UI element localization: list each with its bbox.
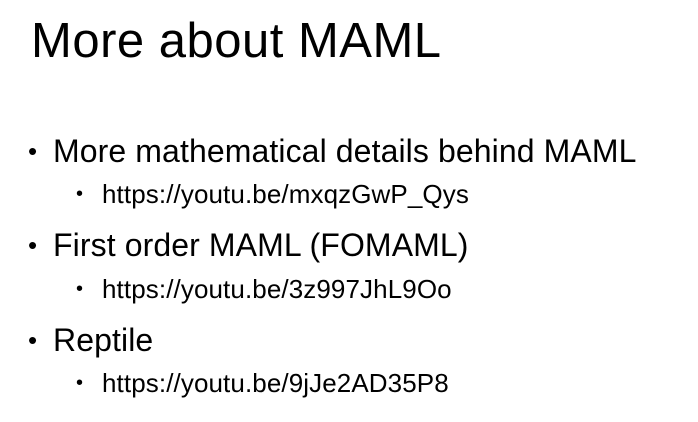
bullet-item: • More mathematical details behind MAML: [28, 131, 637, 171]
bullet-dot: •: [76, 372, 84, 394]
bullet-item: • Reptile: [28, 320, 153, 360]
sub-bullet-item: • https://youtu.be/9jJe2AD35P8: [76, 366, 449, 400]
video-link[interactable]: https://youtu.be/3z997JhL9Oo: [102, 274, 452, 304]
bullet-dot: •: [28, 136, 38, 166]
bullet-text: First order MAML (FOMAML): [53, 227, 469, 263]
sub-bullet-item: • https://youtu.be/mxqzGwP_Qys: [76, 177, 469, 211]
bullet-dot: •: [28, 230, 38, 260]
video-link[interactable]: https://youtu.be/mxqzGwP_Qys: [102, 179, 469, 209]
video-link[interactable]: https://youtu.be/9jJe2AD35P8: [102, 368, 449, 398]
bullet-text: More mathematical details behind MAML: [53, 133, 637, 169]
bullet-dot: •: [76, 278, 84, 300]
slide-title: More about MAML: [31, 14, 442, 68]
slide: More about MAML • More mathematical detai…: [0, 0, 698, 422]
bullet-dot: •: [76, 183, 84, 205]
bullet-dot: •: [28, 325, 38, 355]
sub-bullet-item: • https://youtu.be/3z997JhL9Oo: [76, 272, 452, 306]
bullet-text: Reptile: [53, 322, 154, 358]
bullet-item: • First order MAML (FOMAML): [28, 225, 469, 265]
